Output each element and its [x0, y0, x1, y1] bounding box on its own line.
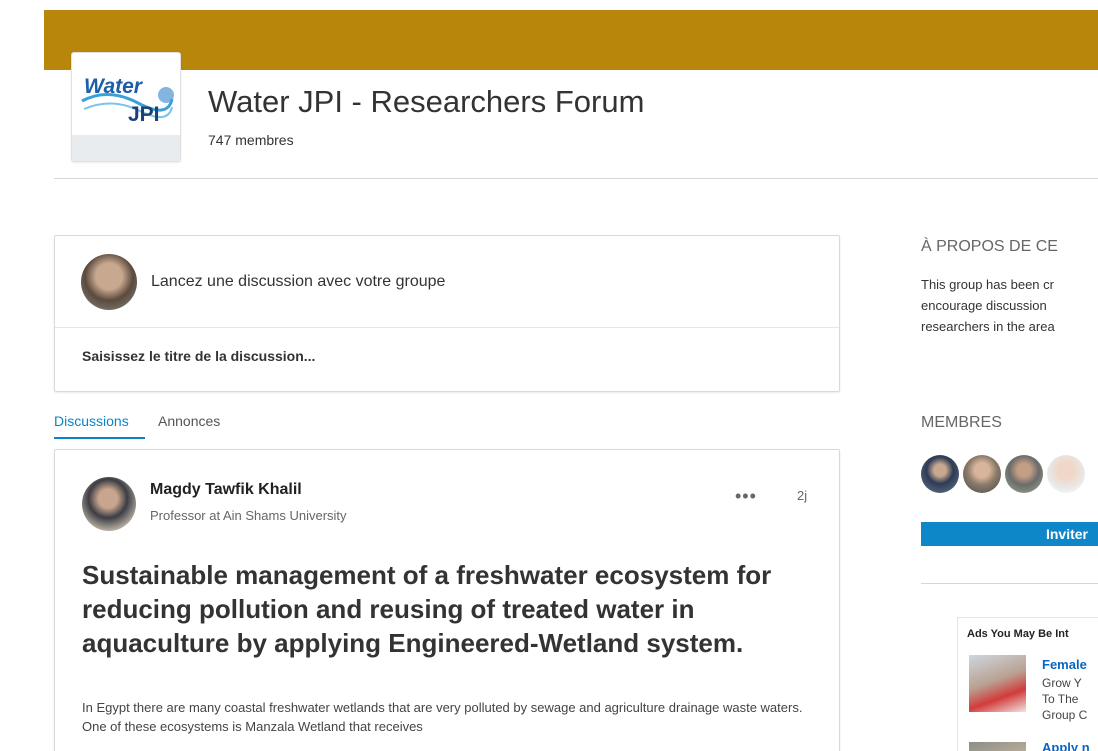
- ad-text: Grow Y To The Group C: [1042, 675, 1087, 723]
- author-name[interactable]: Magdy Tawfik Khalil: [150, 481, 302, 499]
- post-body: In Egypt there are many coastal freshwat…: [82, 700, 803, 734]
- author-avatar[interactable]: [82, 477, 136, 531]
- member-avatar[interactable]: [1005, 455, 1043, 493]
- composer-prompt[interactable]: Lancez une discussion avec votre groupe: [151, 273, 445, 291]
- about-line: encourage discussion: [921, 298, 1047, 313]
- logo-image: Water JPI: [78, 59, 174, 133]
- logo-footer: [72, 135, 180, 161]
- about-heading: À PROPOS DE CE: [921, 238, 1058, 255]
- tab-announcements[interactable]: Annonces: [158, 413, 220, 429]
- member-avatar[interactable]: [1047, 455, 1085, 493]
- member-avatars: [921, 455, 1098, 495]
- discussion-title-input[interactable]: [82, 348, 802, 364]
- member-count[interactable]: 747 membres: [208, 132, 294, 148]
- group-title: Water JPI - Researchers Forum: [208, 84, 645, 119]
- about-line: This group has been cr: [921, 277, 1054, 292]
- about-line: researchers in the area: [921, 319, 1055, 334]
- post-age: 2j: [797, 488, 808, 503]
- member-avatar[interactable]: [921, 455, 959, 493]
- ad-line: To The: [1042, 692, 1079, 706]
- discussion-composer: Lancez une discussion avec votre groupe: [54, 235, 840, 392]
- active-tab-indicator: [54, 437, 145, 439]
- ad-line: Group C: [1042, 708, 1088, 722]
- author-headline: Professor at Ain Shams University: [150, 508, 347, 523]
- logo-jpi-text: JPI: [128, 103, 160, 126]
- group-banner: [44, 10, 1098, 70]
- header-divider: [54, 178, 1098, 179]
- post-title[interactable]: Sustainable management of a freshwater e…: [82, 558, 822, 660]
- invite-button[interactable]: Inviter: [921, 522, 1098, 546]
- ads-title: Ads You May Be Int: [967, 628, 1069, 640]
- ad-headline[interactable]: Female: [1042, 657, 1087, 672]
- ad-line: Grow Y: [1042, 676, 1082, 690]
- about-text: This group has been cr encourage discuss…: [921, 274, 1098, 337]
- sidebar-divider: [921, 583, 1098, 584]
- tab-discussions[interactable]: Discussions: [54, 413, 129, 429]
- ad-image[interactable]: [969, 742, 1026, 751]
- more-options-icon[interactable]: •••: [735, 486, 757, 507]
- group-logo[interactable]: Water JPI: [71, 52, 181, 162]
- ad-headline[interactable]: Apply n: [1042, 740, 1090, 751]
- ads-panel: Ads You May Be Int Female Grow Y To The …: [957, 617, 1098, 751]
- discussion-post: Magdy Tawfik Khalil Professor at Ain Sha…: [54, 449, 840, 751]
- composer-divider: [55, 327, 839, 328]
- ad-image[interactable]: [969, 655, 1026, 712]
- member-avatar[interactable]: [963, 455, 1001, 493]
- current-user-avatar: [81, 254, 137, 310]
- members-heading: MEMBRES: [921, 414, 1002, 431]
- top-strip: [0, 0, 1098, 10]
